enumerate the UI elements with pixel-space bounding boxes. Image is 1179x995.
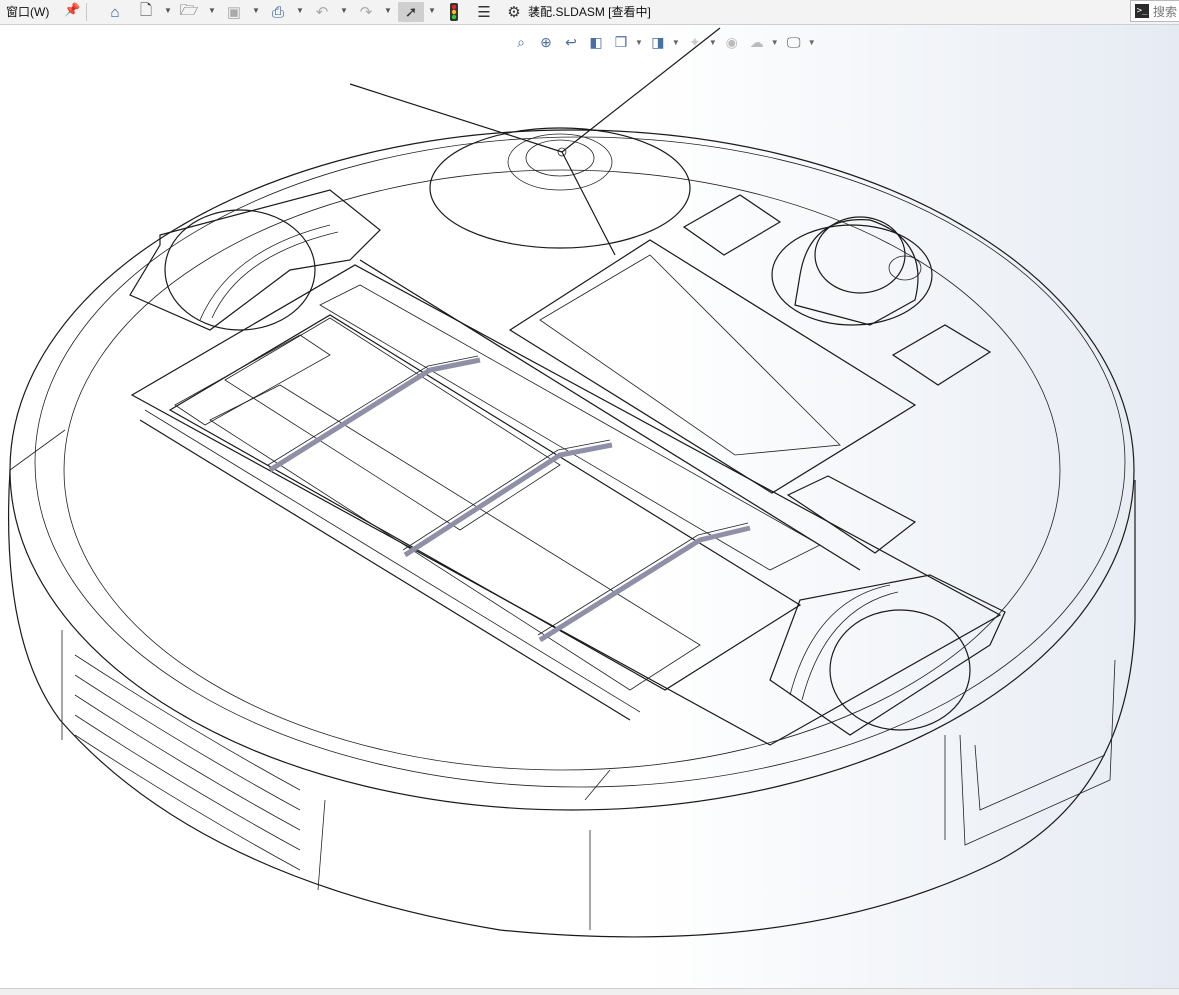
chevron-down-icon[interactable]: ▼	[296, 6, 304, 15]
brush-guard-bars	[268, 357, 751, 643]
apply-scene-icon[interactable]: ☁	[746, 32, 768, 52]
view-orientation-icon[interactable]: ❒	[610, 32, 632, 52]
caster-wheel	[771, 216, 933, 326]
body-side-wall	[8, 469, 1136, 938]
chevron-down-icon[interactable]: ▼	[340, 6, 348, 15]
chevron-down-icon[interactable]: ▼	[164, 6, 172, 15]
bumper-seams	[9, 429, 1116, 846]
body-top-inner	[63, 169, 1061, 771]
select-pointer-icon[interactable]: ➚	[398, 2, 424, 22]
print-icon[interactable]: ⎙	[268, 2, 288, 22]
rebuild-traffic-light-icon[interactable]	[444, 2, 464, 22]
edit-appearance-icon[interactable]: ◉	[721, 32, 743, 52]
document-title: 装配.SLDASM [查看中]	[528, 5, 651, 19]
charging-contact-pad	[682, 194, 782, 256]
chevron-down-icon[interactable]: ▼	[808, 38, 816, 47]
new-document-icon[interactable]: 🗋	[136, 2, 156, 22]
side-brush-arms	[349, 27, 721, 256]
brush-guard-outline	[267, 355, 749, 636]
robot-vacuum-model	[8, 27, 1136, 938]
pin-icon[interactable]: 📌	[64, 2, 80, 18]
side-brush-hub-inner	[525, 139, 595, 177]
small-label-plate	[786, 475, 917, 554]
save-icon[interactable]: ▣	[224, 2, 244, 22]
chevron-down-icon[interactable]: ▼	[384, 6, 392, 15]
chevron-down-icon[interactable]: ▼	[709, 38, 717, 47]
hide-show-items-icon[interactable]: ✦	[684, 32, 706, 52]
toolbar-separator	[86, 3, 87, 21]
side-brush-hub	[507, 133, 613, 191]
side-brush-dome	[429, 127, 691, 249]
chevron-down-icon[interactable]: ▼	[672, 38, 680, 47]
redo-icon[interactable]: ↷	[356, 2, 376, 22]
previous-view-icon[interactable]: ↩	[560, 32, 582, 52]
title-bar: 窗口(W) 📌 ⌂ 🗋 ▼ 🗁 ▼ ▣ ▼ ⎙ ▼ ↶ ▼ ↷ ▼ ➚ ▼ ☰ …	[0, 0, 1179, 25]
chevron-down-icon[interactable]: ▼	[635, 38, 643, 47]
charging-contact-pad	[891, 324, 992, 386]
window-menu[interactable]: 窗口(W)	[6, 3, 49, 20]
home-icon[interactable]: ⌂	[105, 2, 125, 22]
chevron-down-icon[interactable]: ▼	[428, 6, 436, 15]
search-input[interactable]: >_ 搜索	[1130, 0, 1179, 22]
undo-icon[interactable]: ↶	[312, 2, 332, 22]
search-placeholder: 搜索	[1153, 4, 1178, 19]
open-icon[interactable]: 🗁	[179, 2, 199, 22]
chevron-down-icon[interactable]: ▼	[252, 6, 260, 15]
heads-up-view-toolbar: ⌕ ⊕ ↩ ◧ ❒ ▼ ◨ ▼ ✦ ▼ ◉ ☁ ▼ 🖵 ▼	[510, 31, 820, 53]
section-view-icon[interactable]: ◧	[585, 32, 607, 52]
label-plate-inner	[539, 254, 841, 456]
graphics-area[interactable]	[0, 25, 1179, 988]
zoom-to-fit-icon[interactable]: ⌕	[510, 32, 532, 52]
options-gear-icon[interactable]: ⚙	[504, 2, 524, 22]
chevron-down-icon[interactable]: ▼	[532, 6, 540, 15]
zoom-to-area-icon[interactable]: ⊕	[535, 32, 557, 52]
file-properties-icon[interactable]: ☰	[474, 2, 494, 22]
display-style-icon[interactable]: ◨	[647, 32, 669, 52]
main-brush-bay	[130, 259, 1002, 746]
view-settings-icon[interactable]: 🖵	[783, 32, 805, 52]
left-wheel	[129, 189, 381, 331]
command-prompt-icon: >_	[1135, 4, 1149, 18]
chevron-down-icon[interactable]: ▼	[771, 38, 779, 47]
chevron-down-icon[interactable]: ▼	[208, 6, 216, 15]
side-vents	[61, 630, 591, 930]
